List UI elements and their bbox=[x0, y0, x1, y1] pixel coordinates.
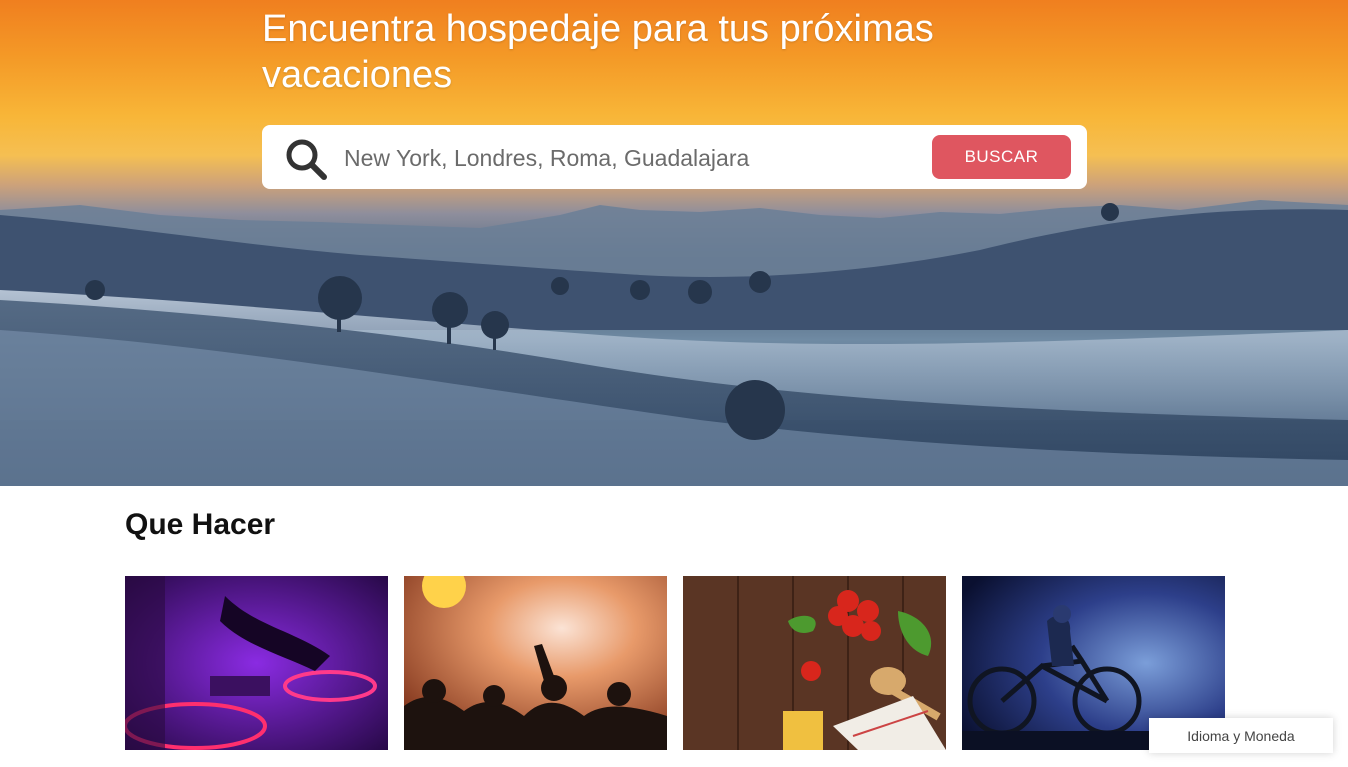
activity-card-nightlife[interactable] bbox=[125, 576, 388, 750]
activity-card-gastronomy[interactable] bbox=[683, 576, 946, 750]
activity-card-concerts[interactable] bbox=[404, 576, 667, 750]
food-ingredients-image bbox=[683, 576, 946, 750]
hero-title: Encuentra hospedaje para tus próximas va… bbox=[262, 8, 934, 96]
search-button[interactable]: BUSCAR bbox=[932, 135, 1071, 179]
language-currency-button[interactable]: Idioma y Moneda bbox=[1149, 718, 1333, 753]
search-input[interactable] bbox=[342, 137, 906, 179]
dj-turntable-image bbox=[125, 576, 388, 750]
search-icon[interactable] bbox=[284, 137, 328, 181]
search-bar: BUSCAR bbox=[262, 125, 1087, 189]
concert-crowd-image bbox=[404, 576, 667, 750]
hero-banner: Encuentra hospedaje para tus próximas va… bbox=[0, 0, 1348, 486]
section-title: Que Hacer bbox=[125, 508, 276, 541]
